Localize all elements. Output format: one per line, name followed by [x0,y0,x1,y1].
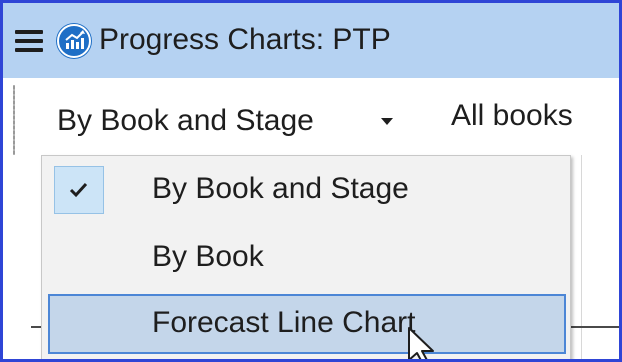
chevron-down-icon[interactable] [381,118,393,125]
checkmark-icon [54,166,104,214]
toolbar-grip[interactable] [13,85,15,155]
view-mode-selected: By Book and Stage [57,104,314,137]
title-bar: Progress Charts: PTP [3,3,619,78]
line-chart-app-icon [57,24,91,58]
view-mode-dropdown[interactable]: By Book and Stage [25,91,403,151]
content-divider [581,155,582,359]
menu-item-forecast-line-chart[interactable]: Forecast Line Chart [48,294,566,354]
menu-item-by-book-and-stage[interactable]: By Book and Stage [48,160,566,220]
hamburger-menu-icon[interactable] [15,30,43,52]
view-mode-menu: By Book and Stage By Book Forecast Line … [41,155,571,359]
menu-item-label: By Book and Stage [152,172,409,205]
menu-item-by-book[interactable]: By Book [48,228,566,288]
mouse-pointer-icon [407,326,441,359]
progress-charts-window: Progress Charts: PTP By Book and Stage A… [0,0,622,362]
book-filter-dropdown[interactable]: All books [451,99,573,133]
menu-item-label: Forecast Line Chart [152,306,416,339]
menu-item-label: By Book [152,240,264,273]
window-title: Progress Charts: PTP [99,23,391,56]
